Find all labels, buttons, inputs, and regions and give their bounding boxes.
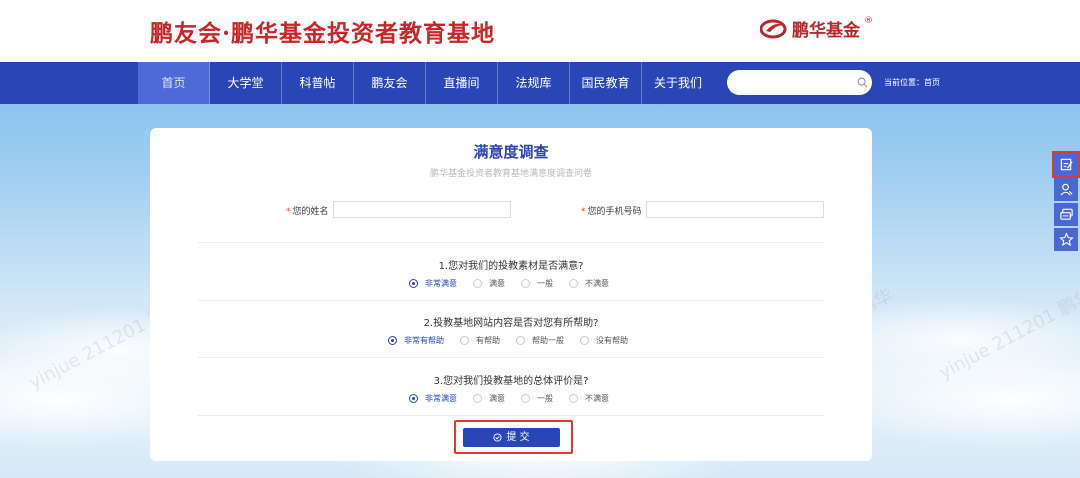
nav-item-about[interactable]: 关于我们 <box>642 62 714 104</box>
name-field[interactable] <box>333 201 511 218</box>
brand-name: 鹏华基金 <box>792 21 860 41</box>
nav-item-regulations[interactable]: 法规库 <box>498 62 570 104</box>
survey-card: 满意度调查 鹏华基金投资者教育基地满意度调查问卷 * 您的姓名 * 您的手机号码 1… <box>150 128 872 461</box>
user-tool-button[interactable] <box>1054 178 1078 201</box>
user-icon <box>1059 183 1073 196</box>
option-not-helpful[interactable]: 没有帮助 <box>580 335 628 346</box>
phone-label-text: 您的手机号码 <box>587 207 642 217</box>
radio-selected <box>409 394 418 403</box>
registered-mark: ® <box>864 16 873 26</box>
option-label: 非常满意 <box>425 394 457 403</box>
option-helpful[interactable]: 有帮助 <box>460 335 500 346</box>
question-2-options: 非常有帮助 有帮助 帮助一般 没有帮助 <box>388 335 628 346</box>
radio <box>473 394 482 403</box>
brand-logo-icon <box>760 19 787 38</box>
question-1: 1.您对我们的投教素材是否满意? <box>438 261 584 272</box>
site-title[interactable]: 鹏友会·鹏华基金投资者教育基地 <box>150 14 495 48</box>
required-mark: * <box>286 207 291 217</box>
submit-highlight-box: 提 交 <box>454 420 573 454</box>
nav-item-science-posts[interactable]: 科普帖 <box>282 62 354 104</box>
question-3: 3.您对我们投教基地的总体评价是? <box>433 376 589 387</box>
phone-field[interactable] <box>646 201 824 218</box>
nav-item-university[interactable]: 大学堂 <box>210 62 282 104</box>
option-label: 满意 <box>489 279 505 288</box>
option-satisfied[interactable]: 满意 <box>473 393 505 404</box>
search-icon[interactable] <box>857 77 868 88</box>
option-dissatisfied[interactable]: 不满意 <box>569 278 609 289</box>
divider <box>198 242 824 243</box>
watermark: yinjue 211201 鹏华 <box>935 284 1080 384</box>
option-label: 一般 <box>537 279 553 288</box>
radio <box>580 336 589 345</box>
option-label: 一般 <box>537 394 553 403</box>
option-satisfied[interactable]: 满意 <box>473 278 505 289</box>
option-label: 帮助一般 <box>532 336 564 345</box>
phone-label: * 您的手机号码 <box>581 204 642 217</box>
divider <box>198 300 824 301</box>
site-header: 鹏友会·鹏华基金投资者教育基地 鹏华基金 ® <box>0 0 1080 62</box>
chat-icon <box>1059 208 1073 220</box>
option-label: 非常满意 <box>425 279 457 288</box>
radio <box>521 279 530 288</box>
question-2: 2.投教基地网站内容是否对您有所帮助? <box>423 318 599 329</box>
option-average[interactable]: 一般 <box>521 278 553 289</box>
option-somewhat-helpful[interactable]: 帮助一般 <box>516 335 564 346</box>
favorite-tool-button[interactable] <box>1054 228 1078 251</box>
submit-label: 提 交 <box>506 432 530 443</box>
side-toolbar <box>1052 151 1080 253</box>
radio <box>473 279 482 288</box>
option-label: 满意 <box>489 394 505 403</box>
required-mark: * <box>581 207 586 217</box>
question-1-options: 非常满意 满意 一般 不满意 <box>409 278 609 289</box>
search-input[interactable] <box>727 70 872 95</box>
option-average[interactable]: 一般 <box>521 393 553 404</box>
brand-logo-group[interactable]: 鹏华基金 ® <box>760 16 873 41</box>
name-label-text: 您的姓名 <box>292 207 329 217</box>
option-label: 不满意 <box>585 394 609 403</box>
nav-item-club[interactable]: 鹏友会 <box>354 62 426 104</box>
nav-items: 首页 大学堂 科普帖 鹏友会 直播间 法规库 国民教育 关于我们 <box>138 62 714 104</box>
nav-item-live[interactable]: 直播间 <box>426 62 498 104</box>
option-very-satisfied[interactable]: 非常满意 <box>409 393 457 404</box>
name-label: * 您的姓名 <box>286 204 329 217</box>
option-very-satisfied[interactable]: 非常满意 <box>409 278 457 289</box>
option-dissatisfied[interactable]: 不满意 <box>569 393 609 404</box>
option-label: 非常有帮助 <box>404 336 444 345</box>
nav-item-home[interactable]: 首页 <box>138 62 210 104</box>
radio-selected <box>388 336 397 345</box>
radio <box>569 394 578 403</box>
question-3-options: 非常满意 满意 一般 不满意 <box>409 393 609 404</box>
submit-button[interactable]: 提 交 <box>463 428 560 447</box>
survey-edit-icon <box>1060 158 1073 171</box>
star-icon <box>1058 232 1074 247</box>
radio-selected <box>409 279 418 288</box>
option-label: 没有帮助 <box>596 336 628 345</box>
divider <box>198 357 824 358</box>
breadcrumb-location: 当前位置：首页 <box>884 78 940 87</box>
radio <box>516 336 525 345</box>
survey-subtitle: 鹏华基金投资者教育基地满意度调查问卷 <box>429 169 592 179</box>
option-label: 有帮助 <box>476 336 500 345</box>
survey-tool-button[interactable] <box>1052 151 1080 178</box>
radio <box>569 279 578 288</box>
option-label: 不满意 <box>585 279 609 288</box>
survey-title: 满意度调查 <box>473 143 549 161</box>
radio <box>521 394 530 403</box>
check-circle-icon <box>493 433 502 442</box>
nav-item-national-education[interactable]: 国民教育 <box>570 62 642 104</box>
divider <box>198 415 824 416</box>
radio <box>460 336 469 345</box>
chat-tool-button[interactable] <box>1054 203 1078 226</box>
option-very-helpful[interactable]: 非常有帮助 <box>388 335 444 346</box>
